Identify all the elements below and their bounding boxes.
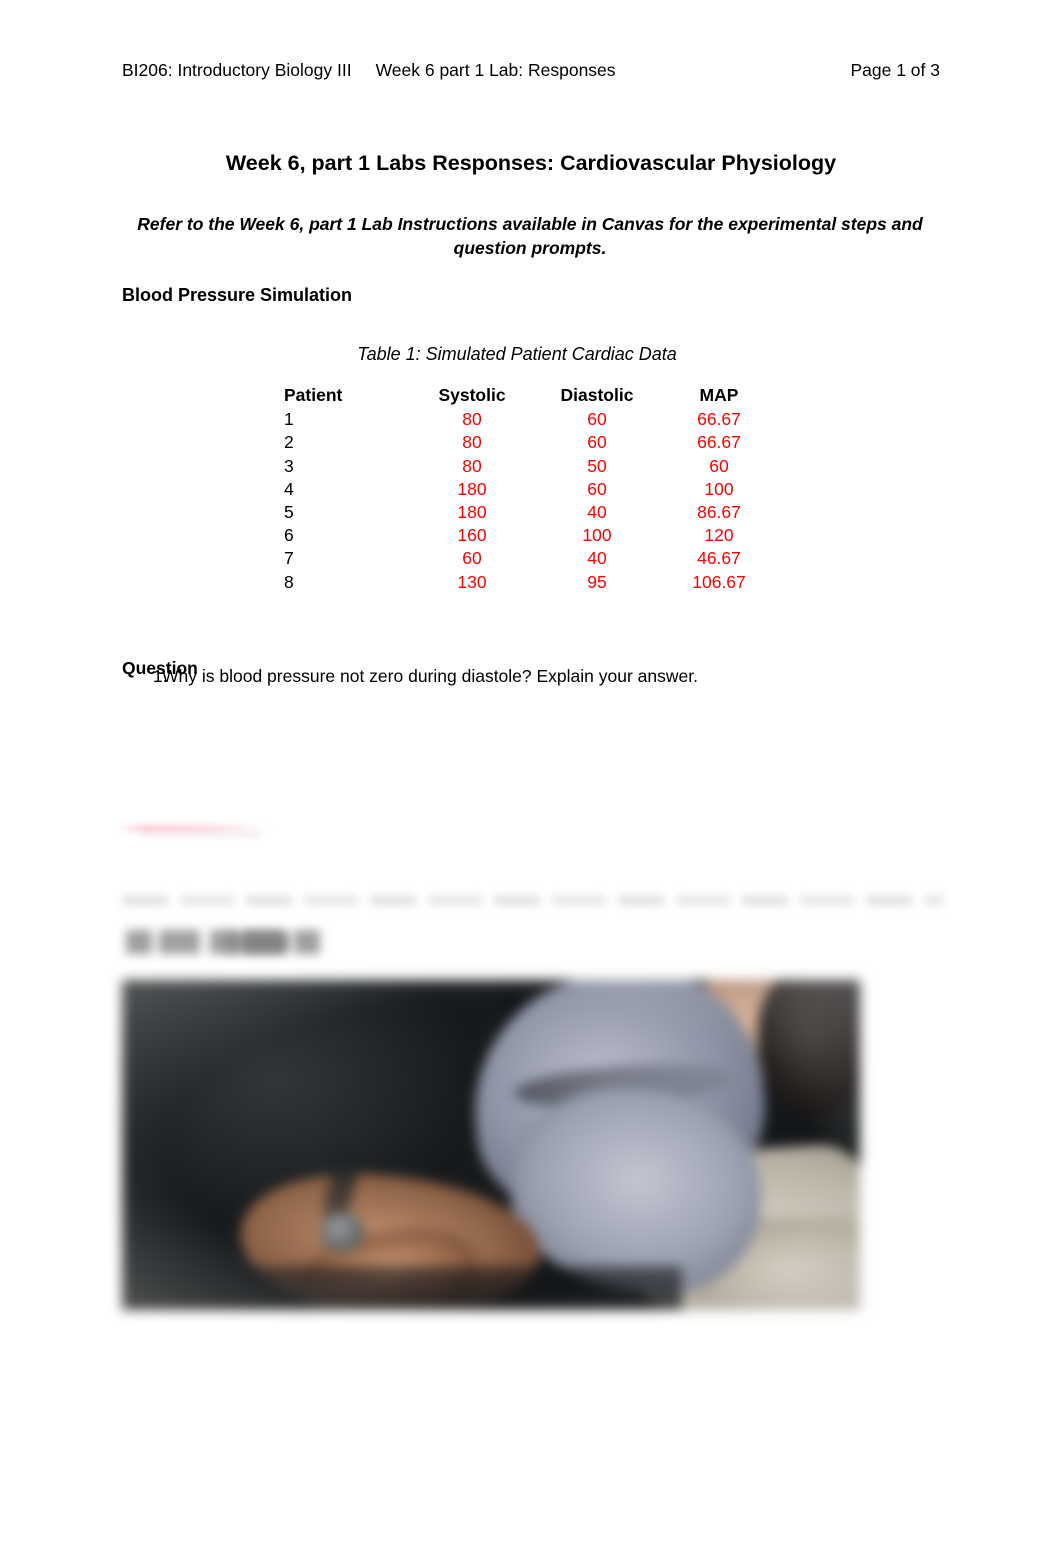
cell-patient: 5 — [284, 502, 294, 523]
table-header-row: Patient Systolic Diastolic MAP — [284, 384, 778, 408]
cell-map: 66.67 — [697, 409, 741, 430]
cell-diastolic: 95 — [587, 571, 607, 592]
cell-patient: 7 — [284, 548, 294, 569]
table-row: 3 80 50 60 — [284, 455, 778, 478]
cell-systolic: 160 — [457, 525, 487, 546]
table-row: 2 80 60 66.67 — [284, 431, 778, 454]
cell-systolic: 80 — [462, 455, 482, 476]
cell-diastolic: 40 — [587, 548, 607, 569]
list-item: 1. Why is blood pressure not zero during… — [122, 664, 882, 689]
cell-map: 86.67 — [697, 502, 741, 523]
table-row: 1 80 60 66.67 — [284, 408, 778, 431]
cell-patient: 8 — [284, 571, 294, 592]
cell-map: 60 — [709, 455, 729, 476]
document-header: BI206: Introductory Biology III Week 6 p… — [122, 60, 940, 81]
blurred-text-remnant — [140, 833, 260, 837]
cell-diastolic: 60 — [587, 432, 607, 453]
cell-systolic: 180 — [457, 478, 487, 499]
document-page: BI206: Introductory Biology III Week 6 p… — [0, 0, 1062, 1556]
cell-diastolic: 40 — [587, 502, 607, 523]
table-row: 6 160 100 120 — [284, 524, 778, 547]
blurred-photo-blood-pressure-measurement — [122, 980, 860, 1310]
cell-patient: 1 — [284, 409, 294, 430]
cell-patient: 4 — [284, 478, 294, 499]
cell-systolic: 180 — [457, 502, 487, 523]
header-page-number: Page 1 of 3 — [850, 60, 940, 80]
photo-edge-vignette — [122, 980, 860, 1310]
cell-systolic: 60 — [462, 548, 482, 569]
column-header-diastolic: Diastolic — [560, 385, 634, 406]
cell-systolic: 130 — [457, 571, 487, 592]
cell-systolic: 80 — [462, 409, 482, 430]
column-header-systolic: Systolic — [438, 385, 506, 406]
cell-patient: 2 — [284, 432, 294, 453]
column-header-patient: Patient — [284, 385, 343, 406]
cell-diastolic: 50 — [587, 455, 607, 476]
cell-patient: 6 — [284, 525, 294, 546]
cell-diastolic: 60 — [587, 478, 607, 499]
blurred-text-band — [122, 896, 944, 905]
blurred-heading-continuation — [228, 932, 290, 953]
table-row: 7 60 40 46.67 — [284, 547, 778, 570]
cell-patient: 3 — [284, 455, 294, 476]
question-text: Why is blood pressure not zero during di… — [162, 666, 698, 686]
table-body: 1 80 60 66.67 2 80 60 66.67 3 80 50 60 4… — [284, 408, 778, 594]
section-heading-blood-pressure-simulation: Blood Pressure Simulation — [122, 284, 353, 305]
table-row: 4 180 60 100 — [284, 478, 778, 501]
table-row: 5 180 40 86.67 — [284, 501, 778, 524]
cell-systolic: 80 — [462, 432, 482, 453]
cardiac-data-table: Patient Systolic Diastolic MAP 1 80 60 6… — [284, 384, 778, 594]
cell-map: 66.67 — [697, 432, 741, 453]
instruction-note: Refer to the Week 6, part 1 Lab Instruct… — [137, 213, 923, 259]
cell-map: 120 — [704, 525, 734, 546]
question-list: 1. Why is blood pressure not zero during… — [122, 664, 882, 689]
cell-diastolic: 100 — [582, 525, 612, 546]
cell-diastolic: 60 — [587, 409, 607, 430]
table-header: Patient Systolic Diastolic MAP — [284, 384, 778, 408]
table-row: 8 130 95 106.67 — [284, 571, 778, 594]
question-number: 1. — [153, 666, 168, 686]
cell-map: 46.67 — [697, 548, 741, 569]
column-header-map: MAP — [699, 385, 739, 406]
page-title: Week 6, part 1 Labs Responses: Cardiovas… — [225, 151, 837, 176]
cell-map: 100 — [704, 478, 734, 499]
table-caption: Table 1: Simulated Patient Cardiac Data — [357, 344, 677, 364]
header-course: BI206: Introductory Biology III — [122, 60, 352, 80]
header-lab-title: Week 6 part 1 Lab: Responses — [375, 60, 616, 80]
blurred-red-text-remnant — [118, 826, 270, 831]
cell-map: 106.67 — [692, 571, 746, 592]
blurred-heading — [126, 930, 326, 954]
